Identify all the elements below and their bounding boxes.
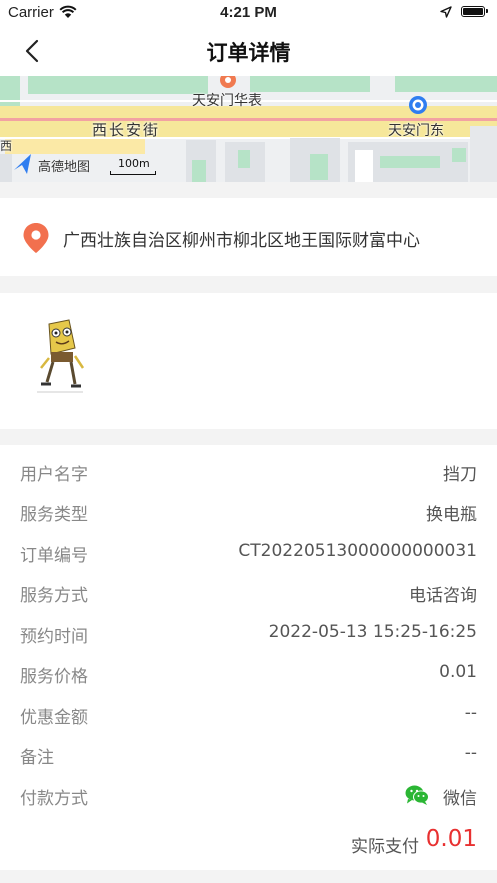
map-label-tiananmen-huabiao: 天安门华表: [192, 93, 262, 109]
section-gap: [0, 182, 497, 198]
detail-value: 2022-05-13 15:25-16:25: [268, 622, 477, 642]
actual-payment-label: 实际支付: [351, 837, 419, 857]
bottom-strip: [0, 870, 497, 883]
map-road-label-xichanganjie: 西长安街: [92, 121, 161, 139]
detail-row-discount: 优惠金额 --: [20, 703, 477, 728]
detail-row-appointment-time: 预约时间 2022-05-13 15:25-16:25: [20, 622, 477, 647]
attachment-card: [0, 293, 497, 429]
map-view[interactable]: 天安门华表 西长安街 天安门东 西 高德地图 100m: [0, 76, 497, 182]
detail-label: 优惠金额: [20, 708, 88, 728]
actual-payment-amount: 0.01: [425, 826, 477, 852]
location-pin-icon: [23, 223, 49, 253]
detail-row-service-method: 服务方式 电话咨询: [20, 581, 477, 606]
detail-row-service-price: 服务价格 0.01: [20, 662, 477, 687]
status-bar: Carrier 4:21 PM: [0, 0, 497, 26]
detail-value: 0.01: [439, 662, 477, 682]
detail-value: CT20220513000000000031: [238, 541, 477, 561]
clock: 4:21 PM: [220, 4, 277, 21]
detail-label: 备注: [20, 748, 54, 768]
detail-value: 电话咨询: [409, 586, 477, 606]
detail-label: 用户名字: [20, 465, 88, 485]
detail-row-service-type: 服务类型 换电瓶: [20, 500, 477, 525]
detail-label: 服务方式: [20, 586, 88, 606]
map-label-tiananmen-east: 天安门东: [388, 123, 444, 139]
map-scale-bar: [110, 171, 156, 175]
detail-label: 服务价格: [20, 667, 88, 687]
address-text: 广西壮族自治区柳州市柳北区地王国际财富中心: [63, 231, 420, 251]
detail-label: 付款方式: [20, 789, 88, 809]
map-label-edge: 西: [0, 139, 13, 153]
detail-row-payment-method: 付款方式 微信: [20, 784, 477, 809]
attachment-image[interactable]: [31, 318, 87, 396]
detail-row-order-number: 订单编号 CT20220513000000000031: [20, 541, 477, 566]
map-scale-text: 100m: [118, 157, 150, 170]
detail-value: 微信: [443, 789, 477, 809]
detail-label: 预约时间: [20, 627, 88, 647]
detail-value: 换电瓶: [426, 505, 477, 525]
detail-label: 服务类型: [20, 505, 88, 525]
detail-value: --: [464, 743, 477, 763]
detail-value: 挡刀: [443, 465, 477, 485]
detail-row-remark: 备注 --: [20, 743, 477, 768]
map-logo-text: 高德地图: [38, 160, 91, 175]
address-card: 广西壮族自治区柳州市柳北区地王国际财富中心: [0, 198, 497, 276]
nav-bar: 订单详情: [0, 26, 497, 76]
location-arrow-icon: [440, 6, 452, 18]
battery-icon: [461, 6, 488, 17]
detail-label: 订单编号: [20, 546, 88, 566]
detail-value: --: [464, 703, 477, 723]
page-title: 订单详情: [206, 41, 291, 65]
detail-row-username: 用户名字 挡刀: [20, 460, 477, 485]
order-details-card: 用户名字 挡刀 服务类型 换电瓶 订单编号 CT2022051300000000…: [0, 445, 497, 870]
wechat-icon: [405, 785, 429, 805]
